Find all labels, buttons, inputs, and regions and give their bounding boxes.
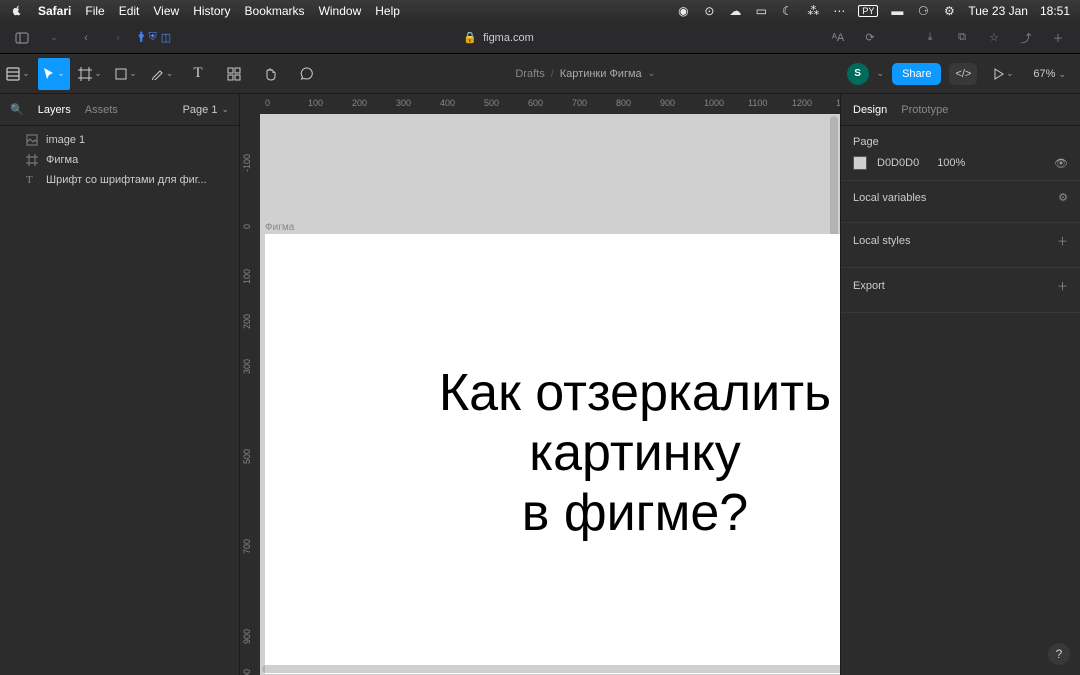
menu-view[interactable]: View: [153, 4, 179, 18]
frame[interactable]: Как отзеркалить картинку в фигме?: [265, 234, 840, 674]
figma-toolbar: ⌄ ⌄ ⌄ ⌄ ⌄ T Drafts / Картинки Фигма ⌄ S …: [0, 54, 1080, 94]
screen-icon[interactable]: ⊙: [702, 4, 716, 18]
export-title[interactable]: Export: [853, 280, 885, 292]
present-button[interactable]: ⌄: [987, 58, 1019, 90]
control-center-icon[interactable]: ⚙: [942, 4, 956, 18]
main-menu-button[interactable]: ⌄: [2, 58, 34, 90]
download-icon[interactable]: ⤓: [918, 26, 942, 50]
page-section-title: Page: [853, 136, 1068, 148]
dev-mode-button[interactable]: </>: [949, 63, 977, 85]
ruler-corner: [240, 94, 260, 114]
add-icon[interactable]: ＋: [1057, 233, 1068, 249]
bluetooth-icon[interactable]: ⁂: [806, 4, 820, 18]
record-icon[interactable]: ◉: [676, 4, 690, 18]
layers-tab[interactable]: Layers: [38, 104, 71, 116]
share-button[interactable]: Share: [892, 63, 941, 85]
shape-tool[interactable]: ⌄: [110, 58, 142, 90]
reader-icon[interactable]: ᴬA: [826, 26, 850, 50]
back-button[interactable]: ‹: [74, 26, 98, 50]
assets-tab[interactable]: Assets: [85, 104, 118, 116]
macos-menubar: Safari File Edit View History Bookmarks …: [0, 0, 1080, 22]
settings-icon[interactable]: ⚙: [1058, 191, 1068, 204]
url-bar[interactable]: 🔒 figma.com: [179, 31, 818, 44]
hand-tool[interactable]: [254, 58, 286, 90]
reload-icon[interactable]: ⟳: [858, 26, 882, 50]
privacy-icon[interactable]: 🛉: [138, 28, 145, 47]
comment-tool[interactable]: [290, 58, 322, 90]
figma-app: ⌄ ⌄ ⌄ ⌄ ⌄ T Drafts / Картинки Фигма ⌄ S …: [0, 54, 1080, 675]
canvas[interactable]: Фигма Как отзеркалить картинку в фигме?: [260, 114, 840, 675]
battery-icon[interactable]: ▬: [890, 4, 904, 18]
bg-color-value[interactable]: D0D0D0: [877, 157, 919, 169]
clone-icon[interactable]: ⧉: [950, 26, 974, 50]
menubar-time[interactable]: 18:51: [1040, 4, 1070, 18]
display-icon[interactable]: ▭: [754, 4, 768, 18]
help-button[interactable]: ?: [1048, 643, 1070, 665]
bookmark-icon[interactable]: ☆: [982, 26, 1006, 50]
frame-tool[interactable]: ⌄: [74, 58, 106, 90]
menu-window[interactable]: Window: [319, 4, 362, 18]
forward-button[interactable]: ›: [106, 26, 130, 50]
image-icon: [26, 134, 38, 146]
horizontal-scrollbar[interactable]: [262, 665, 840, 673]
menubar-app[interactable]: Safari: [38, 4, 71, 18]
canvas-text[interactable]: Как отзеркалить картинку в фигме?: [439, 364, 831, 543]
lang-indicator[interactable]: PY: [858, 5, 878, 17]
visibility-icon[interactable]: 👁: [1054, 157, 1068, 170]
design-panel: Design Prototype Page D0D0D0 100% 👁 Loca…: [840, 94, 1080, 675]
moon-icon[interactable]: ☾: [780, 4, 794, 18]
sidebar-toggle-icon[interactable]: [10, 26, 34, 50]
canvas-area[interactable]: 0100200300400500600700800900100011001200…: [240, 94, 840, 675]
ruler-horizontal: 0100200300400500600700800900100011001200…: [260, 94, 840, 114]
menu-edit[interactable]: Edit: [119, 4, 140, 18]
bg-swatch[interactable]: [853, 156, 867, 170]
file-title[interactable]: Drafts / Картинки Фигма ⌄: [324, 68, 847, 80]
layer-image[interactable]: image 1: [0, 130, 239, 150]
add-icon[interactable]: ＋: [1057, 278, 1068, 294]
zoom-level[interactable]: 67% ⌄: [1029, 68, 1070, 80]
file-name: Картинки Фигма: [560, 68, 642, 80]
frame-icon: [26, 154, 38, 166]
share-icon[interactable]: ⤴: [1014, 26, 1038, 50]
ruler-vertical: -10001002003005007009001000: [240, 114, 260, 675]
menu-bookmarks[interactable]: Bookmarks: [245, 4, 305, 18]
design-tab[interactable]: Design: [853, 104, 887, 116]
cloud-icon[interactable]: ☁: [728, 4, 742, 18]
lock-icon: 🔒: [463, 31, 477, 44]
resources-tool[interactable]: [218, 58, 250, 90]
wifi-icon[interactable]: ⚆: [916, 4, 930, 18]
local-variables-title[interactable]: Local variables: [853, 192, 926, 204]
layer-frame[interactable]: Фигма: [0, 150, 239, 170]
page-selector[interactable]: Page 1 ⌄: [183, 104, 229, 116]
safari-toolbar: ⌄ ‹ › 🛉 ⛨ ◫ 🔒 figma.com ᴬA ⟳ ⤓ ⧉ ☆ ⤴ ＋: [0, 22, 1080, 54]
move-tool[interactable]: ⌄: [38, 58, 70, 90]
new-tab-icon[interactable]: ＋: [1046, 26, 1070, 50]
menu-file[interactable]: File: [85, 4, 104, 18]
bg-opacity-value[interactable]: 100%: [937, 157, 965, 169]
avatar-dropdown-icon[interactable]: ⌄: [877, 68, 885, 79]
translate-icon[interactable]: ◫: [161, 31, 171, 44]
layers-panel: 🔍 Layers Assets Page 1 ⌄ image 1 Фигма T…: [0, 94, 240, 675]
menu-help[interactable]: Help: [375, 4, 400, 18]
toolbar-dropdown-icon[interactable]: ⌄: [42, 26, 66, 50]
menu-history[interactable]: History: [193, 4, 230, 18]
dots-icon[interactable]: ⋯: [832, 4, 846, 18]
local-styles-title[interactable]: Local styles: [853, 235, 910, 247]
search-icon[interactable]: 🔍: [10, 103, 24, 116]
layer-text[interactable]: T Шрифт со шрифтами для фиг...: [0, 170, 239, 190]
drafts-label: Drafts: [515, 68, 544, 80]
pen-tool[interactable]: ⌄: [146, 58, 178, 90]
url-text: figma.com: [483, 32, 534, 44]
frame-label[interactable]: Фигма: [265, 222, 294, 233]
menubar-date[interactable]: Tue 23 Jan: [968, 4, 1028, 18]
apple-icon[interactable]: [10, 4, 24, 18]
shield-icon[interactable]: ⛨: [149, 31, 157, 44]
user-avatar[interactable]: S: [847, 63, 869, 85]
text-tool[interactable]: T: [182, 58, 214, 90]
prototype-tab[interactable]: Prototype: [901, 104, 948, 116]
text-icon: T: [26, 174, 38, 186]
